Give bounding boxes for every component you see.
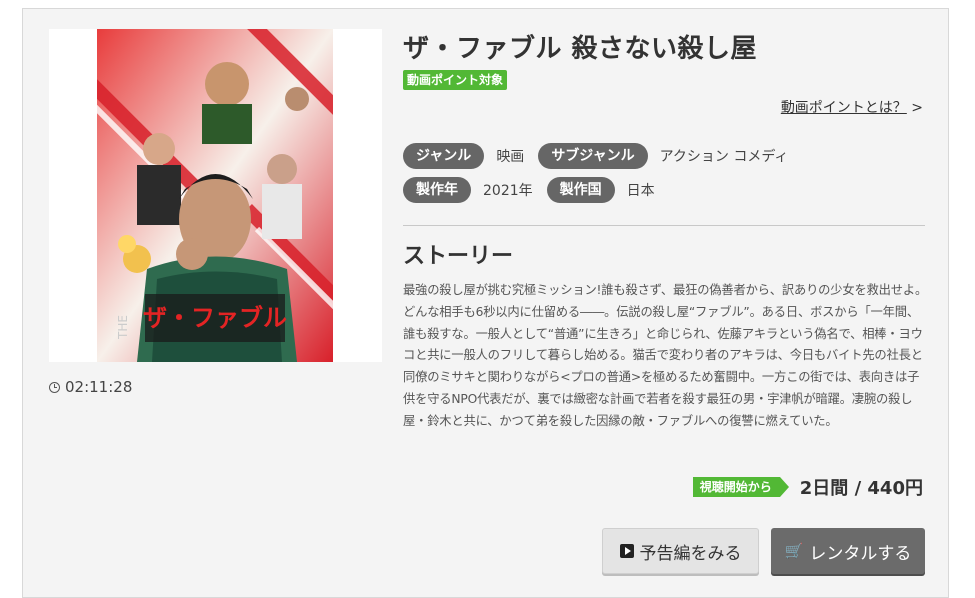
duration-value: 02:11:28 [65, 378, 133, 396]
rent-label: レンタルする [809, 543, 912, 564]
section-divider [403, 225, 925, 226]
year-value: 2021年 [483, 183, 533, 199]
subgenre-label: サブジャンル [538, 143, 648, 169]
poster-side-text: THE [116, 315, 130, 340]
movie-title: ザ・ファブル 殺さない殺し屋 [403, 34, 758, 64]
subgenre-value: アクション コメディ [659, 149, 789, 165]
duration: 02:11:28 [49, 378, 132, 396]
country-label: 製作国 [546, 177, 615, 203]
genre-value: 映画 [496, 149, 525, 165]
point-eligible-badge: 動画ポイント対象 [403, 70, 508, 90]
genre-label: ジャンル [403, 143, 485, 169]
watch-trailer-button[interactable]: 予告編をみる [602, 528, 759, 574]
rent-button[interactable]: 🛒 レンタルする [771, 528, 925, 574]
watch-trailer-label: 予告編をみる [639, 543, 742, 564]
country-value: 日本 [626, 183, 655, 199]
chevron-right-icon: > [911, 100, 923, 116]
year-label: 製作年 [403, 177, 471, 203]
play-icon [619, 544, 634, 558]
movie-poster[interactable]: ザ・ファブル THE [49, 29, 382, 362]
genre-row: ジャンル 映画 サブジャンル アクション コメディ [403, 143, 802, 169]
clock-icon [49, 381, 60, 393]
production-row: 製作年 2021年 製作国 日本 [403, 177, 669, 203]
point-info-link[interactable]: 動画ポイントとは？ > [781, 97, 923, 117]
point-info-link-label[interactable]: 動画ポイントとは？ [781, 100, 907, 116]
story-heading: ストーリー [403, 244, 514, 269]
rental-price: 2日間 / 440円 [799, 478, 923, 499]
price-row: 視聴開始から 2日間 / 440円 [692, 474, 923, 500]
poster-logo: ザ・ファブル [143, 304, 287, 332]
viewing-period-badge: 視聴開始から [692, 477, 789, 497]
cart-icon: 🛒 [784, 542, 804, 560]
story-text: 最強の殺し屋が挑む究極ミッション!誰も殺さず、最狂の偽善者から、訳ありの少女を救… [403, 283, 928, 428]
poster-image: ザ・ファブル THE [97, 29, 333, 362]
